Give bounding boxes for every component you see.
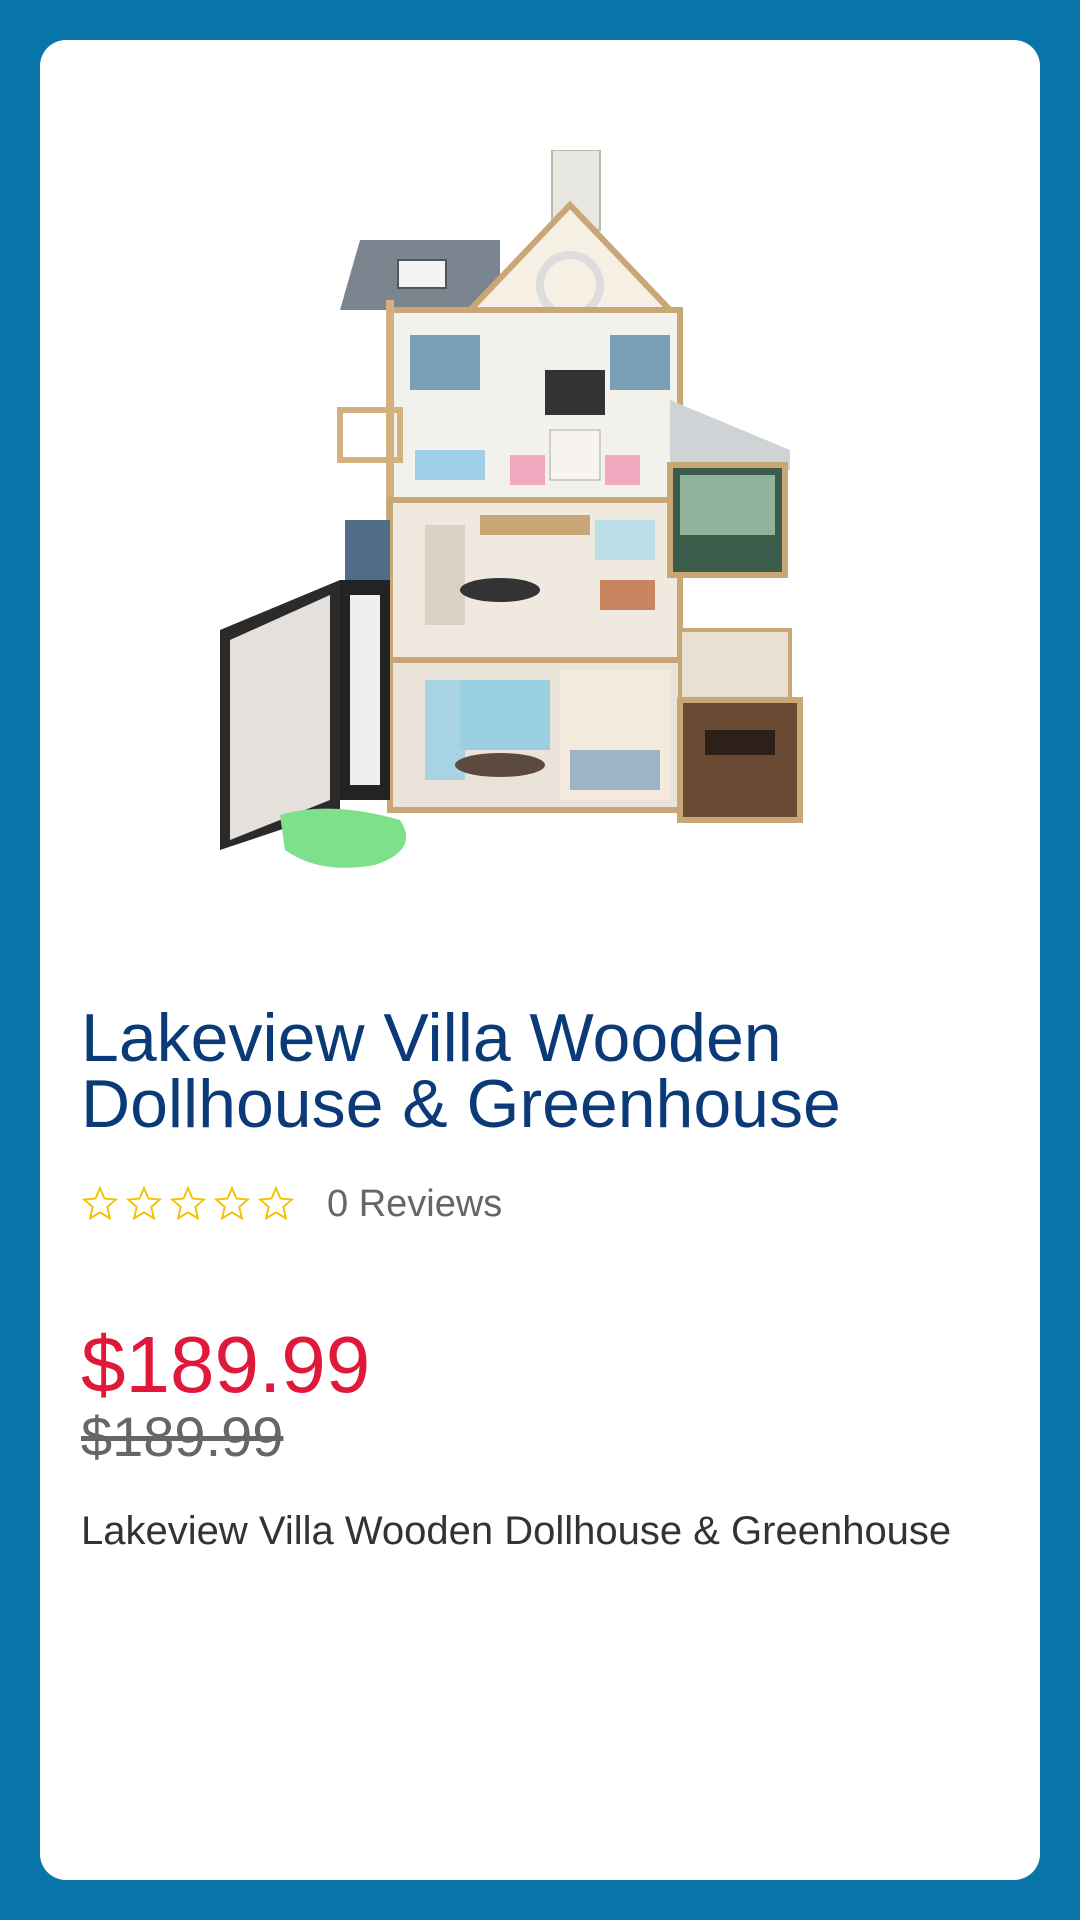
sale-price: $189.99 bbox=[81, 1320, 371, 1409]
dollhouse-image[interactable] bbox=[200, 150, 940, 950]
product-title[interactable]: Lakeview Villa Wooden Dollhouse & Greenh… bbox=[81, 1004, 981, 1138]
product-card[interactable]: Lakeview Villa Wooden Dollhouse & Greenh… bbox=[40, 40, 1040, 1880]
star-outline-icon bbox=[169, 1185, 207, 1221]
star-rating bbox=[81, 1185, 295, 1223]
star-outline-icon bbox=[81, 1185, 119, 1221]
star-outline-icon bbox=[125, 1185, 163, 1221]
reviews-link[interactable]: 0 Reviews bbox=[327, 1183, 502, 1226]
product-description: Lakeview Villa Wooden Dollhouse & Greenh… bbox=[81, 1509, 952, 1553]
star-outline-icon bbox=[213, 1185, 251, 1221]
rating-row: 0 Reviews bbox=[81, 1180, 502, 1228]
star-outline-icon bbox=[257, 1185, 295, 1221]
original-price: $189.99 bbox=[81, 1405, 284, 1468]
